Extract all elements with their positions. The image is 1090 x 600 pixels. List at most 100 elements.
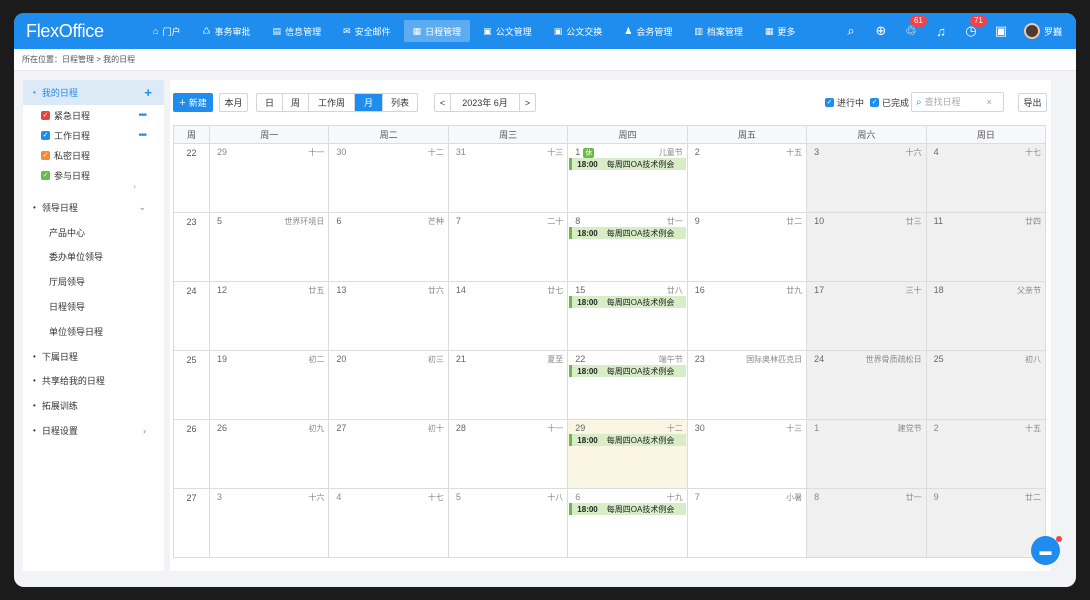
calendar-day-cell[interactable]: 25 初八 [926, 351, 1047, 420]
calendar-day-cell[interactable]: 12 廿五 [209, 282, 330, 351]
sidebar-item-other[interactable]: • 拓展训练 [23, 393, 164, 418]
next-month-button[interactable]: > [520, 94, 535, 111]
checkbox-checked-icon[interactable]: ✓ [41, 150, 50, 160]
calendar-day-cell[interactable]: 5 十八 [448, 489, 569, 558]
calendar-day-cell[interactable]: 16 廿九 [687, 282, 808, 351]
calendar-day-cell[interactable]: 13 廿六 [329, 282, 449, 351]
calendar-day-cell[interactable]: 6 十九 18:00 每周四OA技术例会 [568, 489, 688, 558]
export-button[interactable]: 导出 [1018, 93, 1047, 112]
sidebar-category-item[interactable]: ✓ 紧急日程 ••• [23, 105, 164, 125]
clear-icon[interactable]: × [987, 97, 992, 107]
calendar-day-cell[interactable]: 20 初三 [329, 351, 449, 420]
sidebar-item-other[interactable]: • 日程设置 › [23, 418, 164, 443]
calendar-day-cell[interactable]: 1 休 儿童节 18:00 每周四OA技术例会 [568, 144, 688, 213]
calendar-day-cell[interactable]: 6 芒种 [329, 213, 449, 282]
sidebar-category-item[interactable]: ✓ 私密日程 [23, 145, 164, 165]
checkbox-checked-icon[interactable]: ✓ [41, 170, 50, 180]
nav-item-3[interactable]: ✉ 安全邮件 [334, 20, 400, 42]
search-input[interactable] [924, 97, 987, 107]
nav-item-7[interactable]: ♟ 会务管理 [615, 20, 681, 42]
chevron-right-icon[interactable]: › [133, 182, 136, 191]
calendar-day-cell[interactable]: 7 二十 [448, 213, 569, 282]
calendar-day-cell[interactable]: 17 三十 [807, 282, 927, 351]
add-schedule-icon[interactable]: + [144, 85, 152, 100]
more-options-icon[interactable]: ••• [138, 110, 146, 121]
more-options-icon[interactable]: ••• [138, 130, 146, 141]
calendar-day-cell[interactable]: 3 十六 [209, 489, 330, 558]
sidebar-item-leader-schedule[interactable]: • 领导日程 ⌄ [23, 195, 164, 220]
app-logo[interactable]: FlexOffice [26, 21, 144, 42]
search-icon[interactable]: ⌕ [836, 23, 866, 39]
user-name[interactable]: 罗巍 [1044, 25, 1062, 38]
calendar-card-icon[interactable]: ▣ [986, 23, 1016, 39]
calendar-day-cell[interactable]: 2 十五 [926, 420, 1047, 489]
calendar-day-cell[interactable]: 10 廿三 [807, 213, 927, 282]
calendar-day-cell[interactable]: 22 端午节 18:00 每周四OA技术例会 [568, 351, 688, 420]
nav-item-6[interactable]: ▣ 公文交换 [545, 20, 612, 42]
sidebar-leader-item[interactable]: 产品中心 [23, 220, 164, 245]
calendar-day-cell[interactable]: 8 廿一 [807, 489, 927, 558]
nav-item-1[interactable]: ♺ 事务审批 [193, 20, 259, 42]
calendar-day-cell[interactable]: 30 十三 [687, 420, 808, 489]
calendar-day-cell[interactable]: 11 廿四 [926, 213, 1047, 282]
avatar[interactable] [1023, 23, 1040, 39]
sidebar-item-other[interactable]: • 共享给我的日程 [23, 369, 164, 394]
calendar-day-cell[interactable]: 9 廿二 [687, 213, 808, 282]
calendar-day-cell[interactable]: 2 十五 [687, 144, 808, 213]
todo-icon[interactable]: ♲ 61 [896, 15, 927, 39]
calendar-day-cell[interactable]: 26 初九 [209, 420, 330, 489]
calendar-day-cell[interactable]: 23 国际奥林匹克日 [687, 351, 808, 420]
add-circle-icon[interactable]: ⊕ [866, 23, 896, 39]
calendar-day-cell[interactable]: 27 初十 [329, 420, 449, 489]
calendar-day-cell[interactable]: 24 世界骨质疏松日 [807, 351, 927, 420]
checkbox-checked-icon[interactable]: ✓ [41, 110, 50, 120]
calendar-day-cell[interactable]: 4 十七 [926, 144, 1047, 213]
sidebar-leader-item[interactable]: 厅局领导 [23, 269, 164, 294]
calendar-day-cell[interactable]: 31 十三 [448, 144, 569, 213]
calendar-day-cell[interactable]: 9 廿二 [926, 489, 1047, 558]
calendar-event[interactable]: 18:00 每周四OA技术例会 [569, 365, 686, 377]
calendar-day-cell[interactable]: 7 小暑 [687, 489, 808, 558]
calendar-event[interactable]: 18:00 每周四OA技术例会 [569, 158, 686, 170]
clock-icon[interactable]: ◷ 71 [956, 15, 987, 39]
nav-item-2[interactable]: ▤ 信息管理 [264, 20, 331, 42]
nav-item-8[interactable]: ▥ 档案管理 [685, 20, 752, 42]
bell-icon[interactable]: ♫ [926, 24, 956, 39]
sidebar-leader-item[interactable]: 日程领导 [23, 294, 164, 319]
calendar-day-cell[interactable]: 18 父亲节 [926, 282, 1047, 351]
calendar-day-cell[interactable]: 21 夏至 [448, 351, 569, 420]
sidebar-category-item[interactable]: ✓ 参与日程 [23, 165, 164, 185]
calendar-event[interactable]: 18:00 每周四OA技术例会 [569, 296, 686, 308]
nav-item-4[interactable]: ▦ 日程管理 [403, 20, 471, 42]
calendar-day-cell[interactable]: 5 世界环境日 [209, 213, 330, 282]
view-tab[interactable]: 周 [283, 94, 309, 111]
sidebar-item-other[interactable]: • 下属日程 [23, 344, 164, 369]
nav-item-0[interactable]: ⌂ 门户 [144, 20, 189, 42]
calendar-day-cell[interactable]: 29 十一 [209, 144, 330, 213]
checkbox-checked-icon[interactable]: ✓ [825, 98, 834, 107]
view-tab[interactable]: 工作周 [309, 94, 355, 111]
calendar-day-cell[interactable]: 29 十二 18:00 每周四OA技术例会 [568, 420, 688, 489]
calendar-day-cell[interactable]: 30 十二 [329, 144, 449, 213]
calendar-day-cell[interactable]: 1 建党节 [807, 420, 927, 489]
calendar-event[interactable]: 18:00 每周四OA技术例会 [569, 503, 686, 515]
nav-item-9[interactable]: ▦ 更多 [756, 20, 805, 42]
breadcrumb-path[interactable]: 日程管理 > 我的日程 [62, 54, 135, 65]
calendar-day-cell[interactable]: 15 廿八 18:00 每周四OA技术例会 [568, 282, 688, 351]
sidebar-category-item[interactable]: ✓ 工作日程 ••• [23, 125, 164, 145]
view-tab[interactable]: 月 [355, 94, 383, 111]
sidebar-leader-item[interactable]: 单位领导日程 [23, 319, 164, 344]
filter-completed[interactable]: ✓ 已完成 [870, 96, 909, 109]
sidebar-leader-item[interactable]: 委办单位领导 [23, 245, 164, 270]
calendar-event[interactable]: 18:00 每周四OA技术例会 [569, 434, 686, 446]
calendar-day-cell[interactable]: 8 廿一 18:00 每周四OA技术例会 [568, 213, 688, 282]
calendar-day-cell[interactable]: 3 十六 [807, 144, 927, 213]
view-tab[interactable]: 日 [257, 94, 283, 111]
sidebar-item-my-schedule[interactable]: • 我的日程 + [23, 80, 164, 105]
nav-item-5[interactable]: ▣ 公文管理 [474, 20, 541, 42]
filter-in-progress[interactable]: ✓ 进行中 [825, 96, 864, 109]
view-tab[interactable]: 列表 [383, 94, 417, 111]
this-month-button[interactable]: 本月 [219, 93, 248, 112]
calendar-day-cell[interactable]: 28 十一 [448, 420, 569, 489]
calendar-day-cell[interactable]: 19 初二 [209, 351, 330, 420]
